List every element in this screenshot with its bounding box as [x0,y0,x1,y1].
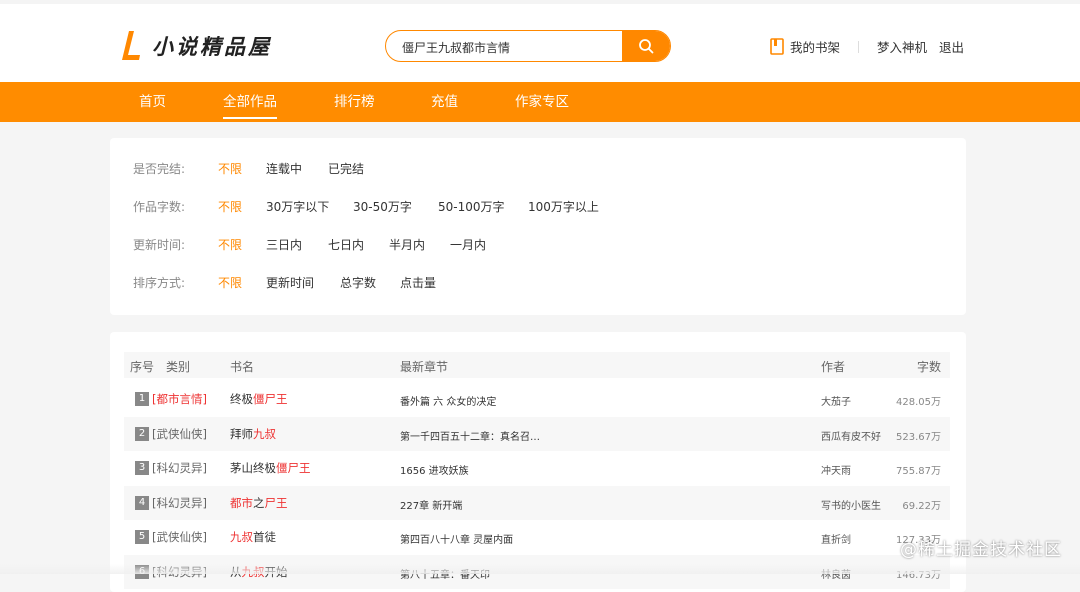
filter-label: 作品字数: [133,199,186,214]
search-button[interactable] [622,31,670,61]
row-category[interactable]: [科幻灵异] [152,495,207,511]
row-index-badge: 1 [135,392,149,406]
row-latest-chapter[interactable]: 227章 新开端 [400,497,462,512]
table-row[interactable]: 4 [科幻灵异] 都市之尸王 227章 新开端 写书的小医生 69.22万 [124,485,950,520]
row-word-count: 428.05万 [896,397,941,408]
nav-item-author-zone[interactable]: 作家专区 [515,82,569,122]
row-word-count: 69.22万 [902,500,941,512]
row-category[interactable]: [都市言情] [152,391,207,407]
header-words: 字数 [916,360,941,374]
table-row[interactable]: 5 [武侠仙侠] 九叔首徒 第四百八十八章 灵屋内面 直折剑 127.33万 [124,520,950,554]
search-input[interactable] [400,31,624,61]
row-latest-chapter[interactable]: 番外篇 六 众女的决定 [400,393,496,408]
filter-option[interactable]: 已完结 [328,160,364,177]
row-index-badge: 3 [135,461,149,475]
filter-option[interactable]: 三日内 [266,236,302,253]
bookshelf-icon [770,38,784,55]
row-word-count: 755.87万 [896,466,941,477]
header-title: 书名 [230,360,255,374]
nav-item-rankings[interactable]: 排行榜 [334,82,375,122]
row-word-count: 523.67万 [896,431,941,443]
row-category[interactable]: [科幻灵异] [152,460,207,476]
logout-link[interactable]: 退出 [939,37,964,56]
filter-option[interactable]: 点击量 [400,274,436,291]
site-name: 小说精品屋 [152,35,272,59]
filter-option[interactable]: 不限 [218,160,242,177]
row-book-title[interactable]: 九叔首徒 [230,529,276,545]
filter-label: 是否完结: [133,161,186,176]
filter-option[interactable]: 30-50万字 [353,198,412,215]
book-list-panel: 序号 类别 书名 最新章节 作者 字数 1 [都市言情] 终极僵尸王 番外篇 六 众女… [110,332,966,592]
filter-option[interactable]: 半月内 [389,236,425,253]
row-index-badge: 5 [135,530,149,544]
filter-option[interactable]: 更新时间 [266,274,314,291]
row-latest-chapter[interactable]: 第一千四百五十二章：真名召… [400,428,540,443]
row-author: 冲天雨 [821,466,851,477]
row-latest-chapter[interactable]: 1656 进攻妖族 [400,462,469,477]
header-author: 作者 [821,360,846,374]
row-author: 直折剑 [821,535,851,546]
my-bookshelf-link[interactable]: 我的书架 [790,37,840,56]
row-book-title[interactable]: 拜师九叔 [230,426,276,442]
table-row[interactable]: 3 [科幻灵异] 茅山终极僵尸王 1656 进攻妖族 冲天雨 755.87万 [124,451,950,485]
filter-label: 更新时间: [133,237,186,252]
filter-panel: 是否完结: 不限 连载中 已完结 作品字数: 不限 30万字以下 30-50万字… [110,138,966,315]
row-author: 写书的小医生 [821,500,881,512]
row-author: 西瓜有皮不好 [821,431,881,443]
filter-option[interactable]: 总字数 [340,274,376,291]
header: 小说精品屋 我的书架 梦入神机 退出 [0,0,1080,82]
nav-item-recharge[interactable]: 充值 [431,82,458,122]
nav-item-all-works[interactable]: 全部作品 [223,82,277,122]
filter-option[interactable]: 50-100万字 [438,198,505,215]
user-links: 我的书架 梦入神机 退出 [770,37,964,56]
filter-option[interactable]: 100万字以上 [528,198,599,215]
row-latest-chapter[interactable]: 第四百八十八章 灵屋内面 [400,531,513,546]
header-category: 类别 [166,360,191,374]
main-nav: 首页 全部作品 排行榜 充值 作家专区 [0,82,1080,122]
table-header: 序号 类别 书名 最新章节 作者 字数 [124,352,950,378]
watermark: @稀土掘金技术社区 [900,540,1062,560]
nav-item-home[interactable]: 首页 [139,82,166,122]
filter-option[interactable]: 一月内 [450,236,486,253]
username-link[interactable]: 梦入神机 [877,37,927,56]
row-category[interactable]: [武侠仙侠] [152,426,207,442]
header-idx: 序号 [130,360,155,374]
site-logo[interactable]: 小说精品屋 [120,28,272,64]
table-row[interactable]: 1 [都市言情] 终极僵尸王 番外篇 六 众女的决定 大茄子 428.05万 [124,382,950,416]
filter-option[interactable]: 30万字以下 [266,198,329,215]
header-chapter: 最新章节 [400,360,449,374]
row-category[interactable]: [武侠仙侠] [152,529,207,545]
table-row[interactable]: 2 [武侠仙侠] 拜师九叔 第一千四百五十二章：真名召… 西瓜有皮不好 523.67万 [124,416,950,451]
search-box [385,30,671,62]
row-author: 大茄子 [821,397,851,408]
divider [858,40,860,53]
logo-mark-icon [120,30,142,62]
filter-label: 排序方式: [133,275,186,290]
filter-option[interactable]: 不限 [218,274,242,291]
search-icon [639,39,654,54]
row-book-title[interactable]: 都市之尸王 [230,495,288,511]
bottom-fade [0,564,1080,574]
filter-option[interactable]: 不限 [218,198,242,215]
row-book-title[interactable]: 终极僵尸王 [230,391,288,407]
filter-option[interactable]: 不限 [218,236,242,253]
row-index-badge: 2 [135,426,149,441]
filter-option[interactable]: 连载中 [266,160,302,177]
row-index-badge: 4 [135,495,149,510]
row-book-title[interactable]: 茅山终极僵尸王 [230,460,311,476]
filter-option[interactable]: 七日内 [328,236,364,253]
